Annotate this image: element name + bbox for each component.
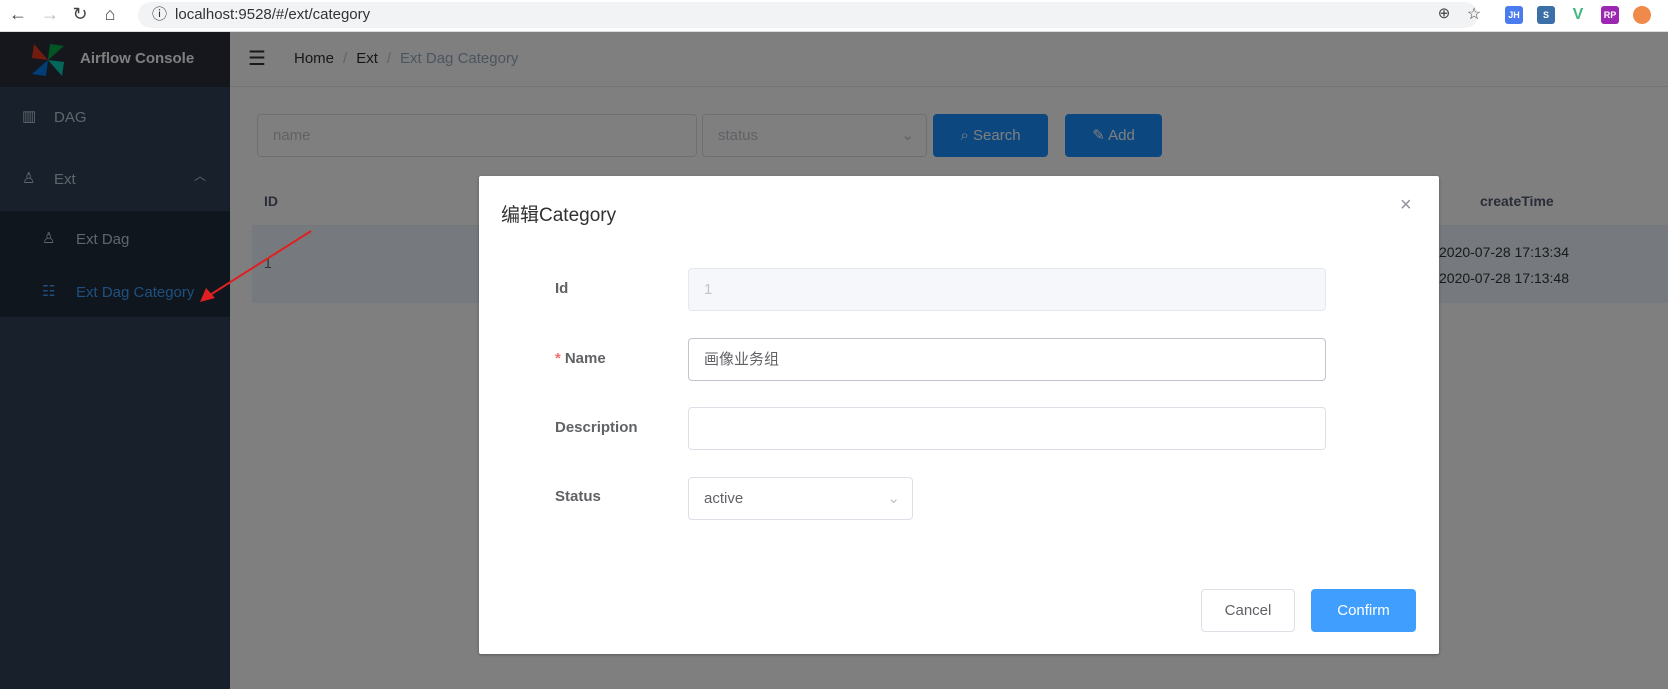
name-value: 画像业务组	[704, 351, 780, 368]
vue-devtools-icon[interactable]: V	[1569, 6, 1587, 24]
id-input: 1	[688, 268, 1326, 311]
description-label: Description	[555, 419, 638, 436]
star-icon[interactable]: ☆	[1462, 4, 1486, 24]
name-label: Name	[564, 350, 606, 367]
status-value: active	[704, 490, 744, 507]
extension-rp-icon[interactable]: RP	[1601, 6, 1619, 24]
dialog-title: 编辑Category	[501, 205, 617, 226]
id-value: 1	[704, 281, 713, 298]
chevron-down-icon: ⌄	[887, 490, 900, 507]
button-label: Confirm	[1337, 602, 1390, 619]
reload-icon[interactable]: ↻	[68, 4, 92, 25]
cancel-button[interactable]: Cancel	[1201, 589, 1295, 632]
back-icon[interactable]: ←	[6, 4, 30, 25]
edit-category-dialog: 编辑Category × Id 1 * Name 画像业务组 Descriptio…	[479, 176, 1439, 654]
extension-s-icon[interactable]: S	[1537, 6, 1555, 24]
browser-toolbar: ← → ↻ ⌂ ⓘ localhost:9528/#/ext/category ⊕…	[0, 0, 1668, 32]
confirm-button[interactable]: Confirm	[1311, 589, 1416, 632]
zoom-icon[interactable]: ⊕	[1432, 4, 1456, 22]
url-text: localhost:9528/#/ext/category	[175, 6, 371, 23]
required-asterisk: *	[555, 350, 561, 367]
button-label: Cancel	[1224, 602, 1272, 619]
description-input[interactable]	[688, 407, 1326, 450]
info-icon: ⓘ	[152, 6, 168, 23]
forward-icon[interactable]: →	[38, 4, 62, 25]
status-select[interactable]: active ⌄	[688, 477, 913, 520]
extension-jh-icon[interactable]: JH	[1505, 6, 1523, 24]
id-label: Id	[555, 280, 569, 297]
close-icon[interactable]: ×	[1400, 194, 1412, 217]
name-input[interactable]: 画像业务组	[688, 338, 1326, 381]
status-label: Status	[555, 488, 601, 505]
extension-icon[interactable]	[1633, 6, 1651, 24]
address-bar[interactable]: ⓘ localhost:9528/#/ext/category	[138, 2, 1478, 28]
home-icon[interactable]: ⌂	[98, 4, 122, 25]
